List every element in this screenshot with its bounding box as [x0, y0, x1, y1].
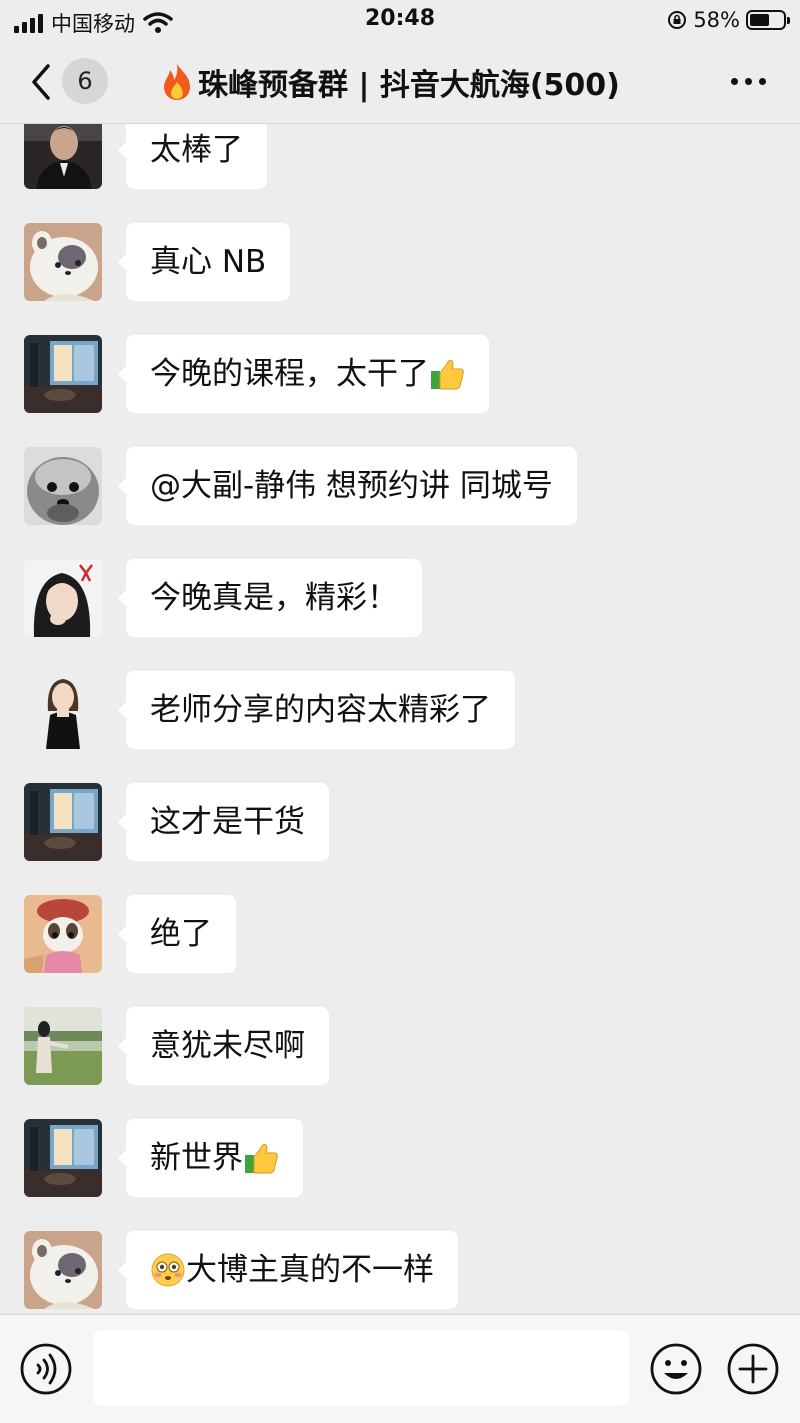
thumbs-up-emoji-icon: [245, 1143, 278, 1174]
avatar[interactable]: [24, 1119, 102, 1197]
flushed-face-emoji-icon: [151, 1253, 185, 1287]
avatar[interactable]: [24, 671, 102, 749]
avatar[interactable]: [24, 895, 102, 973]
avatar[interactable]: [24, 124, 102, 189]
message-bubble[interactable]: 这才是干货: [118, 783, 329, 861]
message-bubble[interactable]: @大副-静伟 想预约讲 同城号: [118, 447, 577, 525]
group-title-text: 珠峰预备群 | 抖音大航海(500): [198, 68, 620, 103]
emoji-icon[interactable]: [650, 1343, 702, 1395]
message-input[interactable]: [93, 1330, 629, 1406]
back-chevron-icon[interactable]: [28, 62, 56, 102]
avatar[interactable]: [24, 559, 102, 637]
message-text: 这才是干货: [150, 804, 305, 840]
avatar[interactable]: [24, 783, 102, 861]
message-text: 太棒了: [150, 132, 243, 168]
message-bubble[interactable]: 绝了: [118, 895, 236, 973]
message-text: 意犹未尽啊: [150, 1028, 305, 1064]
battery-percent: 58%: [693, 8, 740, 32]
message-bubble[interactable]: 太棒了: [118, 124, 267, 189]
battery-icon: [746, 10, 790, 30]
plus-icon[interactable]: [727, 1343, 779, 1395]
message-bubble[interactable]: 大博主真的不一样: [118, 1231, 458, 1309]
group-title[interactable]: 珠峰预备群 | 抖音大航海(500): [160, 60, 680, 104]
unread-count-badge[interactable]: 6: [62, 58, 108, 104]
message-bubble[interactable]: 今晚真是，精彩！: [118, 559, 422, 637]
message-text: 老师分享的内容太精彩了: [150, 692, 491, 728]
avatar[interactable]: [24, 335, 102, 413]
message-list[interactable]: 太棒了 真心 NB 今晚的课程，太干了 @大副-静伟 想预约讲 同城号 今晚真是…: [0, 124, 800, 1314]
message-bubble[interactable]: 真心 NB: [117, 223, 291, 301]
message-text: 新世界: [150, 1140, 243, 1176]
message-text: 绝了: [150, 916, 212, 952]
message-text: 真心 NB: [150, 244, 267, 280]
avatar[interactable]: [24, 447, 102, 525]
message-text: 大博主真的不一样: [186, 1252, 434, 1288]
fire-emoji-icon: [164, 64, 190, 100]
message-bubble[interactable]: 新世界: [118, 1119, 303, 1197]
message-bubble[interactable]: 意犹未尽啊: [118, 1007, 329, 1085]
input-bar: [0, 1314, 800, 1423]
message-text: @大副-静伟 想预约讲 同城号: [150, 468, 553, 504]
voice-icon[interactable]: [20, 1343, 72, 1395]
thumbs-up-emoji-icon: [431, 359, 464, 390]
message-bubble[interactable]: 今晚的课程，太干了: [118, 335, 489, 413]
chat-header: 6 珠峰预备群 | 抖音大航海(500): [0, 40, 800, 124]
avatar[interactable]: [24, 1007, 102, 1085]
avatar[interactable]: [24, 223, 102, 301]
message-text: 今晚的课程，太干了: [150, 356, 429, 392]
status-bar: 中国移动 20:48 58%: [0, 0, 800, 40]
message-bubble[interactable]: 老师分享的内容太精彩了: [118, 671, 515, 749]
avatar[interactable]: [24, 1231, 102, 1309]
message-text: 今晚真是，精彩！: [150, 580, 398, 616]
rotation-lock-icon: [668, 11, 687, 29]
more-icon[interactable]: [731, 78, 766, 85]
